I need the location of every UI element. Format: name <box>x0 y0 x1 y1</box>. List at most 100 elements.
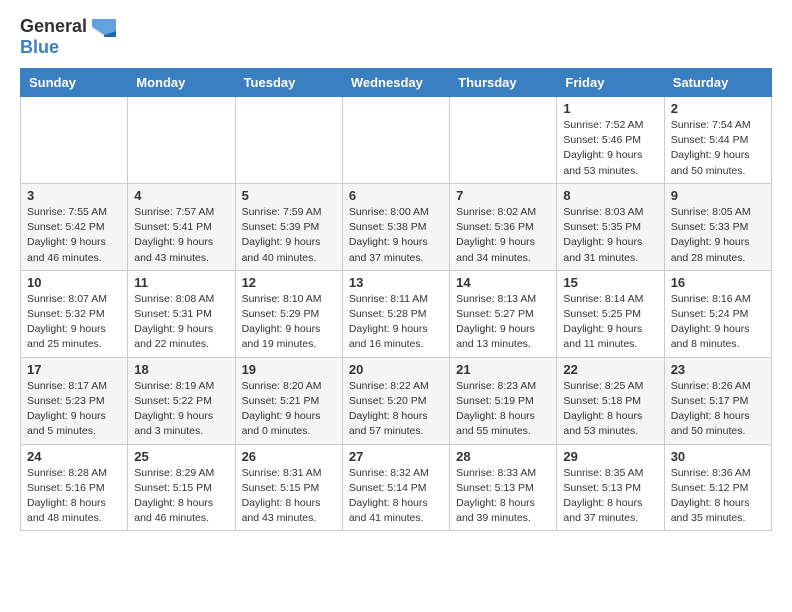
day-info: Sunrise: 8:16 AM Sunset: 5:24 PM Dayligh… <box>671 292 765 353</box>
day-info: Sunrise: 8:32 AM Sunset: 5:14 PM Dayligh… <box>349 466 443 527</box>
day-number: 23 <box>671 362 765 377</box>
calendar-cell: 26 Sunrise: 8:31 AM Sunset: 5:15 PM Dayli… <box>235 444 342 531</box>
calendar-cell: 25 Sunrise: 8:29 AM Sunset: 5:15 PM Dayli… <box>128 444 235 531</box>
calendar-cell: 5 Sunrise: 7:59 AM Sunset: 5:39 PM Daylig… <box>235 183 342 270</box>
calendar-cell: 20 Sunrise: 8:22 AM Sunset: 5:20 PM Dayli… <box>342 357 449 444</box>
logo-blue-text: Blue <box>20 37 59 57</box>
day-number: 14 <box>456 275 550 290</box>
calendar-cell: 14Sunrise: 8:13 AM Sunset: 5:27 PM Dayli… <box>450 270 557 357</box>
logo: GeneralBlue <box>20 16 118 58</box>
day-number: 18 <box>134 362 228 377</box>
day-number: 25 <box>134 449 228 464</box>
day-number: 30 <box>671 449 765 464</box>
day-info: Sunrise: 8:10 AM Sunset: 5:29 PM Dayligh… <box>242 292 336 353</box>
day-number: 22 <box>563 362 657 377</box>
day-info: Sunrise: 8:20 AM Sunset: 5:21 PM Dayligh… <box>242 379 336 440</box>
day-number: 26 <box>242 449 336 464</box>
calendar-cell: 10 Sunrise: 8:07 AM Sunset: 5:32 PM Dayli… <box>21 270 128 357</box>
day-info: Sunrise: 7:52 AM Sunset: 5:46 PM Dayligh… <box>563 118 657 179</box>
calendar-cell: 9 Sunrise: 8:05 AM Sunset: 5:33 PM Daylig… <box>664 183 771 270</box>
day-info: Sunrise: 8:02 AM Sunset: 5:36 PM Dayligh… <box>456 205 550 266</box>
day-info: Sunrise: 8:29 AM Sunset: 5:15 PM Dayligh… <box>134 466 228 527</box>
day-number: 17 <box>27 362 121 377</box>
calendar-cell: 11 Sunrise: 8:08 AM Sunset: 5:31 PM Dayli… <box>128 270 235 357</box>
day-number: 7 <box>456 188 550 203</box>
calendar-cell: 22 Sunrise: 8:25 AM Sunset: 5:18 PM Dayli… <box>557 357 664 444</box>
calendar-cell: 2 Sunrise: 7:54 AM Sunset: 5:44 PM Daylig… <box>664 97 771 184</box>
calendar-cell: 8 Sunrise: 8:03 AM Sunset: 5:35 PM Daylig… <box>557 183 664 270</box>
day-number: 24 <box>27 449 121 464</box>
day-info: Sunrise: 8:25 AM Sunset: 5:18 PM Dayligh… <box>563 379 657 440</box>
day-info: Sunrise: 8:17 AM Sunset: 5:23 PM Dayligh… <box>27 379 121 440</box>
day-info: Sunrise: 7:57 AM Sunset: 5:41 PM Dayligh… <box>134 205 228 266</box>
logo-general-text: General <box>20 16 87 37</box>
day-info: Sunrise: 8:31 AM Sunset: 5:15 PM Dayligh… <box>242 466 336 527</box>
col-header-monday: Monday <box>128 69 235 97</box>
day-info: Sunrise: 8:07 AM Sunset: 5:32 PM Dayligh… <box>27 292 121 353</box>
calendar-cell: 12 Sunrise: 8:10 AM Sunset: 5:29 PM Dayli… <box>235 270 342 357</box>
day-info: Sunrise: 8:19 AM Sunset: 5:22 PM Dayligh… <box>134 379 228 440</box>
calendar-cell <box>450 97 557 184</box>
col-header-saturday: Saturday <box>664 69 771 97</box>
day-info: Sunrise: 8:03 AM Sunset: 5:35 PM Dayligh… <box>563 205 657 266</box>
calendar-cell: 16Sunrise: 8:16 AM Sunset: 5:24 PM Dayli… <box>664 270 771 357</box>
calendar-cell: 21 Sunrise: 8:23 AM Sunset: 5:19 PM Dayli… <box>450 357 557 444</box>
day-number: 3 <box>27 188 121 203</box>
calendar-cell: 18 Sunrise: 8:19 AM Sunset: 5:22 PM Dayli… <box>128 357 235 444</box>
calendar-cell: 24 Sunrise: 8:28 AM Sunset: 5:16 PM Dayli… <box>21 444 128 531</box>
day-number: 10 <box>27 275 121 290</box>
calendar-cell <box>235 97 342 184</box>
day-info: Sunrise: 8:22 AM Sunset: 5:20 PM Dayligh… <box>349 379 443 440</box>
calendar-cell: 6Sunrise: 8:00 AM Sunset: 5:38 PM Daylig… <box>342 183 449 270</box>
day-info: Sunrise: 8:00 AM Sunset: 5:38 PM Dayligh… <box>349 205 443 266</box>
calendar-cell <box>342 97 449 184</box>
logo-icon <box>90 17 118 37</box>
day-info: Sunrise: 7:55 AM Sunset: 5:42 PM Dayligh… <box>27 205 121 266</box>
day-info: Sunrise: 8:14 AM Sunset: 5:25 PM Dayligh… <box>563 292 657 353</box>
day-number: 2 <box>671 101 765 116</box>
day-info: Sunrise: 8:11 AM Sunset: 5:28 PM Dayligh… <box>349 292 443 353</box>
calendar-cell: 1 Sunrise: 7:52 AM Sunset: 5:46 PM Daylig… <box>557 97 664 184</box>
day-number: 11 <box>134 275 228 290</box>
day-number: 9 <box>671 188 765 203</box>
day-info: Sunrise: 7:54 AM Sunset: 5:44 PM Dayligh… <box>671 118 765 179</box>
day-info: Sunrise: 8:05 AM Sunset: 5:33 PM Dayligh… <box>671 205 765 266</box>
calendar-cell: 23 Sunrise: 8:26 AM Sunset: 5:17 PM Dayli… <box>664 357 771 444</box>
day-info: Sunrise: 8:26 AM Sunset: 5:17 PM Dayligh… <box>671 379 765 440</box>
calendar-cell: 13 Sunrise: 8:11 AM Sunset: 5:28 PM Dayli… <box>342 270 449 357</box>
calendar-cell: 4 Sunrise: 7:57 AM Sunset: 5:41 PM Daylig… <box>128 183 235 270</box>
day-info: Sunrise: 8:28 AM Sunset: 5:16 PM Dayligh… <box>27 466 121 527</box>
day-info: Sunrise: 8:35 AM Sunset: 5:13 PM Dayligh… <box>563 466 657 527</box>
day-info: Sunrise: 8:33 AM Sunset: 5:13 PM Dayligh… <box>456 466 550 527</box>
day-number: 20 <box>349 362 443 377</box>
calendar-cell: 7 Sunrise: 8:02 AM Sunset: 5:36 PM Daylig… <box>450 183 557 270</box>
day-number: 29 <box>563 449 657 464</box>
day-number: 12 <box>242 275 336 290</box>
col-header-thursday: Thursday <box>450 69 557 97</box>
calendar-cell: 17 Sunrise: 8:17 AM Sunset: 5:23 PM Dayli… <box>21 357 128 444</box>
day-info: Sunrise: 7:59 AM Sunset: 5:39 PM Dayligh… <box>242 205 336 266</box>
calendar-cell: 27 Sunrise: 8:32 AM Sunset: 5:14 PM Dayli… <box>342 444 449 531</box>
calendar-cell: 29 Sunrise: 8:35 AM Sunset: 5:13 PM Dayli… <box>557 444 664 531</box>
day-info: Sunrise: 8:08 AM Sunset: 5:31 PM Dayligh… <box>134 292 228 353</box>
day-number: 4 <box>134 188 228 203</box>
col-header-sunday: Sunday <box>21 69 128 97</box>
calendar-cell: 19 Sunrise: 8:20 AM Sunset: 5:21 PM Dayli… <box>235 357 342 444</box>
calendar-cell <box>21 97 128 184</box>
col-header-friday: Friday <box>557 69 664 97</box>
calendar-cell: 28Sunrise: 8:33 AM Sunset: 5:13 PM Dayli… <box>450 444 557 531</box>
col-header-wednesday: Wednesday <box>342 69 449 97</box>
day-info: Sunrise: 8:23 AM Sunset: 5:19 PM Dayligh… <box>456 379 550 440</box>
day-number: 5 <box>242 188 336 203</box>
calendar-cell: 3 Sunrise: 7:55 AM Sunset: 5:42 PM Daylig… <box>21 183 128 270</box>
col-header-tuesday: Tuesday <box>235 69 342 97</box>
day-number: 1 <box>563 101 657 116</box>
day-number: 27 <box>349 449 443 464</box>
day-number: 13 <box>349 275 443 290</box>
day-info: Sunrise: 8:36 AM Sunset: 5:12 PM Dayligh… <box>671 466 765 527</box>
calendar-table: SundayMondayTuesdayWednesdayThursdayFrid… <box>20 68 772 531</box>
day-number: 19 <box>242 362 336 377</box>
day-number: 8 <box>563 188 657 203</box>
day-number: 21 <box>456 362 550 377</box>
day-number: 15 <box>563 275 657 290</box>
